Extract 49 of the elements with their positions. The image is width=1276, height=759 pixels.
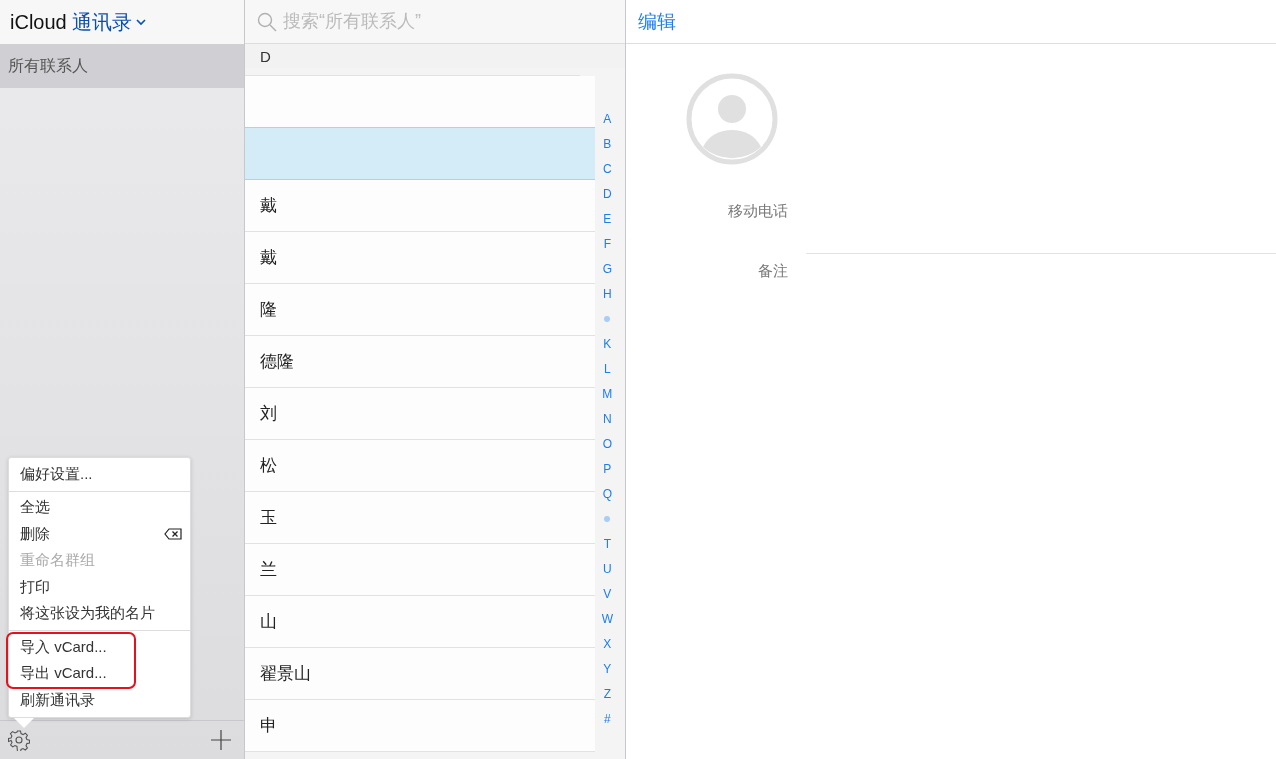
index-letter[interactable]: E	[603, 206, 612, 231]
index-letter[interactable]: G	[602, 256, 612, 281]
index-letter[interactable]: P	[603, 456, 612, 481]
index-letter[interactable]: K	[603, 331, 612, 356]
app-title-dropdown[interactable]: 通讯录	[71, 8, 146, 36]
contact-row[interactable]: 松	[245, 440, 595, 492]
contact-row[interactable]: 申	[245, 700, 595, 752]
contact-row[interactable]: 戴	[245, 180, 595, 232]
index-letter[interactable]: N	[603, 406, 612, 431]
index-letter[interactable]: Y	[603, 656, 612, 681]
menu-item[interactable]: 删除	[9, 521, 190, 548]
contact-row[interactable]: 山	[245, 596, 595, 648]
field-label: 移动电话	[727, 201, 788, 221]
contact-row[interactable]: 玉	[245, 492, 595, 544]
contact-row[interactable]: 刘	[245, 388, 595, 440]
brand-title: iCloud	[10, 10, 67, 34]
index-letter[interactable]: U	[603, 556, 612, 581]
menu-item[interactable]: 偏好设置...	[9, 461, 190, 488]
index-letter[interactable]: V	[603, 581, 612, 606]
index-letter[interactable]: L	[604, 356, 611, 381]
index-letter[interactable]: A	[603, 106, 612, 131]
contact-row[interactable]: 德隆	[245, 336, 595, 388]
search-field[interactable]: 搜索“所有联系人”	[281, 10, 585, 33]
index-letter[interactable]: O	[602, 431, 612, 456]
index-letter[interactable]: F	[603, 231, 611, 256]
menu-item[interactable]: 导出 vCard...	[8, 660, 134, 687]
contact-row[interactable]: 兰	[245, 544, 595, 596]
index-letter[interactable]: B	[603, 131, 612, 156]
index-letter[interactable]: Q	[602, 481, 612, 506]
menu-item[interactable]: 打印	[9, 574, 190, 601]
group-item[interactable]: 所有联系人	[0, 45, 244, 88]
index-letter[interactable]: C	[603, 156, 612, 181]
menu-item[interactable]: 刷新通讯录	[9, 687, 190, 714]
edit-button[interactable]: 编辑	[638, 8, 676, 35]
index-letter[interactable]: D	[603, 181, 612, 206]
index-letter[interactable]: W	[601, 606, 613, 631]
index-letter[interactable]: X	[603, 631, 612, 656]
field-label: 备注	[757, 261, 788, 281]
contact-row[interactable]: 隆	[245, 284, 595, 336]
menu-item[interactable]: 导入 vCard...	[8, 634, 134, 661]
menu-item[interactable]: 将这张设为我的名片	[9, 600, 190, 627]
index-letter[interactable]: Z	[603, 681, 611, 706]
menu-item[interactable]: 全选	[9, 494, 190, 521]
contact-row[interactable]: 翟景山	[245, 648, 595, 700]
index-letter[interactable]: M	[602, 381, 613, 406]
contact-row[interactable]: 戴	[245, 232, 595, 284]
index-letter[interactable]: H	[603, 281, 612, 306]
index-letter[interactable]: T	[603, 531, 611, 556]
index-letter[interactable]: #	[604, 706, 611, 731]
